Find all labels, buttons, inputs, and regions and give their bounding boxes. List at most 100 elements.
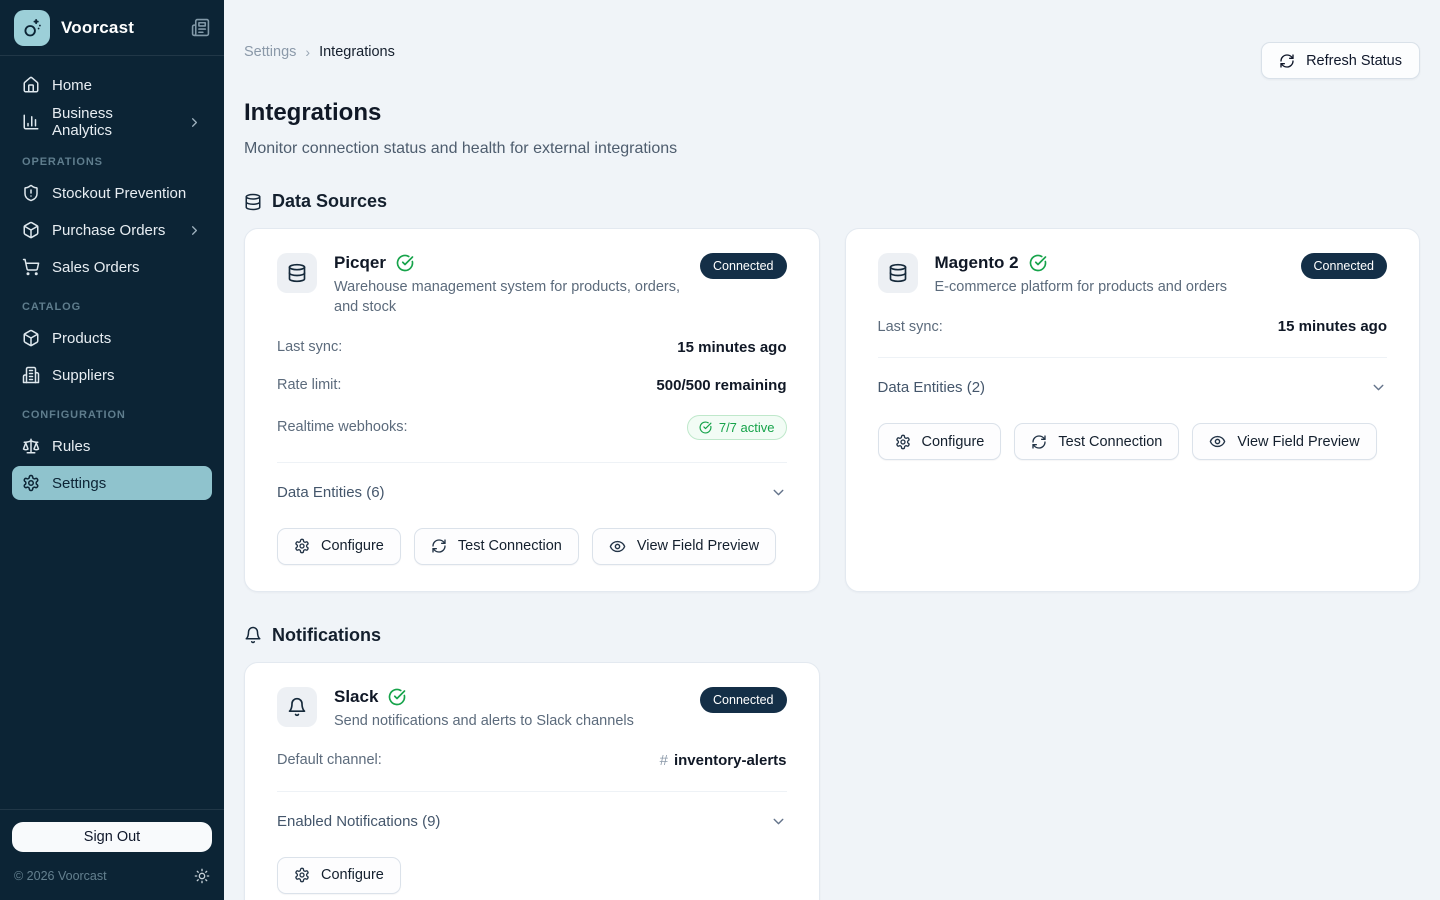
view-field-preview-button[interactable]: View Field Preview — [592, 528, 776, 565]
section-notifications: Notifications — [244, 625, 1420, 646]
sidebar-item-settings[interactable]: Settings — [12, 466, 212, 500]
magento-tile — [878, 253, 918, 293]
sidebar-item-label: Purchase Orders — [52, 222, 165, 239]
eye-icon — [1209, 433, 1226, 450]
page-subtitle: Monitor connection status and health for… — [244, 140, 1420, 158]
copyright-text: © 2026 Voorcast — [14, 869, 107, 883]
status-badge: Connected — [1301, 253, 1387, 279]
section-data-sources: Data Sources — [244, 191, 1420, 212]
eye-icon — [609, 538, 626, 555]
sidebar: Voorcast Home Business Ana — [0, 0, 224, 900]
hash-icon: # — [660, 752, 668, 769]
slack-tile — [277, 687, 317, 727]
chevron-down-icon — [770, 484, 787, 501]
last-sync-value: 15 minutes ago — [677, 339, 786, 356]
database-icon — [244, 193, 262, 211]
status-badge: Connected — [700, 253, 786, 279]
integration-description: E-commerce platform for products and ord… — [935, 277, 1284, 297]
sidebar-item-suppliers[interactable]: Suppliers — [12, 358, 212, 392]
sidebar-item-label: Products — [52, 330, 111, 347]
breadcrumb: Settings › Integrations — [244, 42, 395, 60]
sidebar-item-purchase-orders[interactable]: Purchase Orders — [12, 213, 212, 247]
shield-alert-icon — [22, 184, 40, 202]
sidebar-item-label: Suppliers — [52, 367, 115, 384]
enabled-notifications-toggle[interactable]: Enabled Notifications (9) — [277, 791, 787, 830]
sidebar-footer: Sign Out © 2026 Voorcast — [0, 809, 224, 900]
database-icon — [888, 263, 908, 283]
integration-card-picqer: Picqer Warehouse management system for p… — [244, 228, 820, 592]
breadcrumb-separator: › — [305, 44, 310, 60]
breadcrumb-settings[interactable]: Settings — [244, 44, 296, 60]
changelog-icon[interactable] — [191, 18, 210, 37]
page-title: Integrations — [244, 99, 1420, 127]
home-icon — [22, 76, 40, 94]
integration-card-slack: Slack Send notifications and alerts to S… — [244, 662, 820, 900]
chevron-right-icon — [187, 223, 202, 238]
check-circle-icon — [699, 421, 712, 434]
database-icon — [287, 263, 307, 283]
nav-section-configuration: CONFIGURATION — [12, 409, 212, 421]
data-entities-toggle[interactable]: Data Entities (6) — [277, 462, 787, 501]
sidebar-item-home[interactable]: Home — [12, 68, 212, 102]
rate-limit-label: Rate limit: — [277, 377, 341, 393]
main-content: Settings › Integrations Refresh Status I… — [224, 0, 1440, 900]
bell-icon — [244, 626, 262, 644]
building-icon — [22, 366, 40, 384]
sidebar-item-rules[interactable]: Rules — [12, 429, 212, 463]
sidebar-item-label: Stockout Prevention — [52, 185, 186, 202]
refresh-icon — [1031, 434, 1047, 450]
integration-card-magento: Magento 2 E-commerce platform for produc… — [845, 228, 1421, 592]
brand-name: Voorcast — [61, 18, 180, 38]
sign-out-button[interactable]: Sign Out — [12, 822, 212, 852]
gear-icon — [294, 867, 310, 883]
picqer-tile — [277, 253, 317, 293]
chevron-down-icon — [1370, 379, 1387, 396]
sidebar-item-sales-orders[interactable]: Sales Orders — [12, 250, 212, 284]
sidebar-item-business-analytics[interactable]: Business Analytics — [12, 105, 212, 139]
integration-description: Warehouse management system for products… — [334, 277, 683, 318]
integration-name: Picqer — [334, 253, 386, 273]
rate-limit-value: 500/500 remaining — [656, 377, 786, 394]
data-entities-toggle[interactable]: Data Entities (2) — [878, 357, 1388, 396]
gear-icon — [294, 538, 310, 554]
nav-section-operations: OPERATIONS — [12, 156, 212, 168]
sidebar-nav: Home Business Analytics OPERATIONS Stock… — [0, 56, 224, 809]
bell-icon — [287, 697, 307, 717]
sidebar-item-label: Home — [52, 77, 92, 94]
webhooks-badge: 7/7 active — [687, 415, 787, 440]
default-channel-value: #inventory-alerts — [660, 752, 787, 769]
check-circle-icon — [388, 688, 406, 706]
check-circle-icon — [1029, 254, 1047, 272]
chevron-right-icon — [187, 115, 202, 130]
webhooks-label: Realtime webhooks: — [277, 419, 408, 435]
integration-description: Send notifications and alerts to Slack c… — [334, 711, 683, 731]
chevron-down-icon — [770, 813, 787, 830]
shopping-cart-icon — [22, 258, 40, 276]
gear-icon — [22, 474, 40, 492]
configure-button[interactable]: Configure — [878, 423, 1002, 460]
scale-icon — [22, 437, 40, 455]
last-sync-value: 15 minutes ago — [1278, 318, 1387, 335]
theme-toggle-sun-icon[interactable] — [194, 868, 210, 884]
gear-icon — [895, 434, 911, 450]
integration-name: Slack — [334, 687, 378, 707]
nav-section-catalog: CATALOG — [12, 301, 212, 313]
refresh-icon — [1279, 53, 1295, 69]
default-channel-label: Default channel: — [277, 752, 382, 768]
refresh-status-button[interactable]: Refresh Status — [1261, 42, 1420, 79]
test-connection-button[interactable]: Test Connection — [414, 528, 579, 565]
app-logo — [14, 10, 50, 46]
configure-button[interactable]: Configure — [277, 528, 401, 565]
package-icon — [22, 221, 40, 239]
crystal-ball-sparkle-icon — [21, 17, 43, 39]
sidebar-header: Voorcast — [0, 0, 224, 56]
view-field-preview-button[interactable]: View Field Preview — [1192, 423, 1376, 460]
configure-button[interactable]: Configure — [277, 857, 401, 894]
refresh-icon — [431, 538, 447, 554]
sidebar-item-products[interactable]: Products — [12, 321, 212, 355]
bar-chart-icon — [22, 113, 40, 131]
test-connection-button[interactable]: Test Connection — [1014, 423, 1179, 460]
sidebar-item-label: Sales Orders — [52, 259, 140, 276]
breadcrumb-integrations: Integrations — [319, 44, 395, 60]
sidebar-item-stockout-prevention[interactable]: Stockout Prevention — [12, 176, 212, 210]
